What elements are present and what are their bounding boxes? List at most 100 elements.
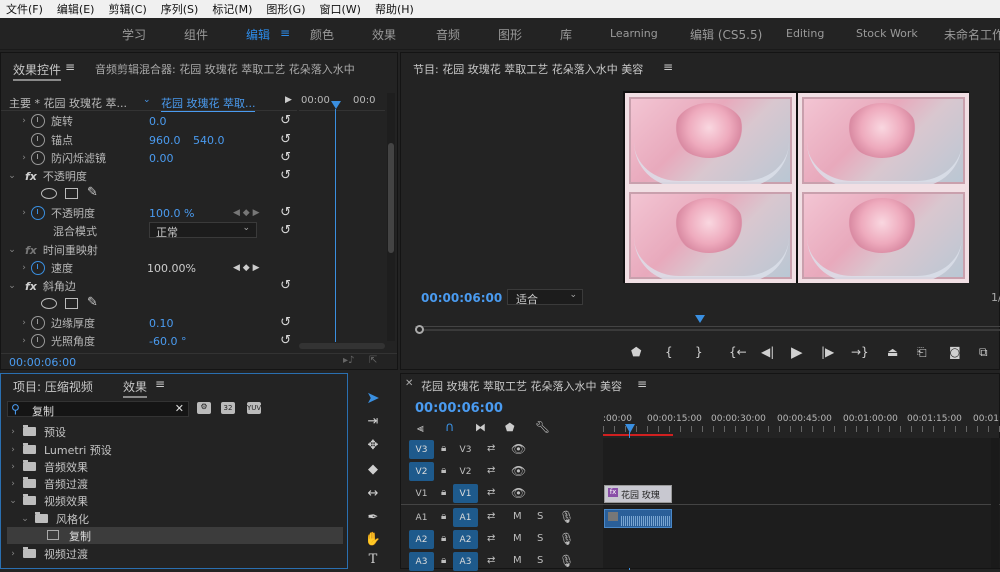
mute-button[interactable]: M: [513, 533, 522, 544]
solo-button[interactable]: S: [537, 555, 543, 566]
source-patch-a2[interactable]: A2: [409, 530, 434, 549]
export-frame-icon[interactable]: ⇱: [369, 355, 377, 366]
work-area-bar[interactable]: [603, 434, 673, 436]
speed-value[interactable]: 100.00%: [147, 262, 196, 275]
menu-file[interactable]: 文件(F): [6, 1, 43, 17]
rotation-value[interactable]: 0.0: [149, 115, 167, 128]
yuv-effects-icon[interactable]: YUV: [247, 402, 261, 414]
target-a1[interactable]: A1: [453, 508, 478, 527]
linked-selection-icon[interactable]: ⧓: [475, 421, 486, 434]
lock-icon[interactable]: 🔒︎: [441, 555, 446, 566]
compare-view-icon[interactable]: ⧉: [979, 345, 988, 360]
ripple-edit-tool-icon[interactable]: ✥: [362, 438, 384, 458]
menu-graphics[interactable]: 图形(G): [266, 1, 305, 17]
reset-icon[interactable]: ↺: [280, 333, 291, 348]
tree-item-presets[interactable]: › 预设: [1, 423, 345, 440]
play-icon[interactable]: ▶: [791, 343, 803, 361]
play-only-icon[interactable]: ▶: [285, 95, 292, 105]
tree-item-audio-effects[interactable]: › 音频效果: [1, 458, 345, 475]
program-video-frame[interactable]: [623, 91, 969, 283]
sync-lock-icon[interactable]: ⇄: [487, 511, 495, 522]
collapse-caret-icon[interactable]: ⌄: [19, 514, 31, 524]
tab-project[interactable]: 项目: 压缩视频: [13, 378, 93, 395]
stopwatch-icon[interactable]: [31, 206, 45, 220]
edge-thickness-value[interactable]: 0.10: [149, 317, 174, 330]
marker-icon[interactable]: ⬟: [631, 345, 641, 359]
lift-icon[interactable]: ⏏: [887, 345, 898, 359]
source-patch-a3[interactable]: A3: [409, 552, 434, 571]
menu-edit[interactable]: 编辑(E): [57, 1, 95, 17]
light-angle-value[interactable]: -60.0 °: [149, 335, 186, 348]
expand-caret-icon[interactable]: ›: [7, 549, 19, 559]
source-patch-v1[interactable]: V1: [409, 484, 434, 503]
sync-lock-icon[interactable]: ⇄: [487, 487, 495, 498]
expand-caret-icon[interactable]: ›: [17, 116, 31, 126]
target-a2[interactable]: A2: [453, 530, 478, 549]
expand-caret-icon[interactable]: ›: [7, 445, 19, 455]
reset-icon[interactable]: ↺: [280, 223, 291, 238]
ws-color[interactable]: 颜色: [310, 26, 334, 43]
expand-caret-icon[interactable]: ›: [7, 427, 19, 437]
target-v1[interactable]: V1: [453, 484, 478, 503]
accelerated-effects-icon[interactable]: ⚙: [197, 402, 211, 414]
32bit-effects-icon[interactable]: 32: [221, 402, 235, 414]
reset-icon[interactable]: ↺: [280, 113, 291, 128]
go-to-out-icon[interactable]: →}: [851, 345, 869, 359]
wrench-icon[interactable]: 🔧︎: [535, 420, 550, 434]
pen-tool-icon[interactable]: ✒: [362, 510, 384, 530]
eye-icon[interactable]: 👁︎: [511, 442, 526, 456]
expand-caret-icon[interactable]: ›: [17, 208, 31, 218]
menu-marker[interactable]: 标记(M): [212, 1, 252, 17]
lock-icon[interactable]: 🔒︎: [441, 465, 446, 476]
program-zoom-bar[interactable]: [415, 329, 1000, 331]
expand-caret-icon[interactable]: ›: [7, 479, 19, 489]
ws-editing-en[interactable]: Editing: [786, 27, 824, 40]
ws-editing-cs55[interactable]: 编辑 (CS5.5): [690, 26, 762, 43]
add-marker-icon[interactable]: ⬟: [505, 421, 515, 434]
audio-clip[interactable]: [604, 509, 672, 528]
sync-lock-icon[interactable]: ⇄: [487, 443, 495, 454]
camera-icon[interactable]: ◙: [949, 345, 961, 359]
stopwatch-icon[interactable]: [31, 334, 45, 348]
program-menu-icon[interactable]: ≡: [663, 60, 673, 74]
menu-window[interactable]: 窗口(W): [320, 1, 361, 17]
pen-mask-icon[interactable]: ✎: [87, 295, 98, 310]
opacity-value[interactable]: 100.0 %: [149, 207, 194, 220]
stopwatch-icon[interactable]: [31, 151, 45, 165]
eye-icon[interactable]: 👁︎: [511, 486, 526, 500]
step-forward-icon[interactable]: |▶: [821, 345, 834, 359]
type-tool-icon[interactable]: T: [362, 552, 384, 572]
razor-tool-icon[interactable]: ◆: [362, 462, 384, 482]
lock-icon[interactable]: 🔒︎: [441, 443, 446, 454]
ec-timecode[interactable]: 00:00:06:00: [9, 356, 76, 369]
ws-libraries[interactable]: 库: [560, 26, 572, 43]
snap-magnet-icon[interactable]: ∩: [445, 420, 455, 435]
keyframe-nav-icon[interactable]: ◀ ◆ ▶: [233, 263, 260, 273]
clear-search-icon[interactable]: ✕: [175, 402, 184, 415]
lock-icon[interactable]: 🔒︎: [441, 487, 446, 498]
ec-zoom-scroll[interactable]: [299, 343, 385, 349]
step-back-icon[interactable]: ◀|: [761, 345, 774, 359]
microphone-icon[interactable]: 🎙︎: [559, 532, 574, 546]
rect-mask-icon[interactable]: [65, 298, 78, 309]
tree-item-lumetri[interactable]: › Lumetri 预设: [1, 441, 345, 458]
tab-audio-clip-mixer[interactable]: 音频剪辑混合器: 花园 玫瑰花 萃取工艺 花朵落入水中: [95, 61, 395, 77]
reset-icon[interactable]: ↺: [280, 278, 291, 293]
source-patch-v3[interactable]: V3: [409, 440, 434, 459]
ws-unnamed[interactable]: 未命名工作: [944, 26, 1000, 43]
ec-scrollbar[interactable]: [387, 93, 395, 341]
tree-item-video-effects[interactable]: ⌄ 视频效果: [1, 492, 345, 509]
fit-select[interactable]: 适合 ⌄: [507, 289, 583, 306]
ws-learn[interactable]: 学习: [122, 26, 146, 43]
microphone-icon[interactable]: 🎙︎: [559, 554, 574, 568]
blend-mode-select[interactable]: 正常 ⌄: [149, 222, 257, 239]
ws-audio[interactable]: 音频: [436, 26, 460, 43]
target-a3[interactable]: A3: [453, 552, 478, 571]
program-title[interactable]: 节目: 花园 玫瑰花 萃取工艺 花朵落入水中 美容: [413, 61, 643, 77]
reset-icon[interactable]: ↺: [280, 205, 291, 220]
stopwatch-icon[interactable]: [31, 316, 45, 330]
expand-caret-icon[interactable]: ›: [17, 318, 31, 328]
keyframe-nav-icon[interactable]: ◀ ◆ ▶: [233, 208, 260, 218]
microphone-icon[interactable]: 🎙︎: [559, 510, 574, 524]
expand-caret-icon[interactable]: ›: [17, 336, 31, 346]
